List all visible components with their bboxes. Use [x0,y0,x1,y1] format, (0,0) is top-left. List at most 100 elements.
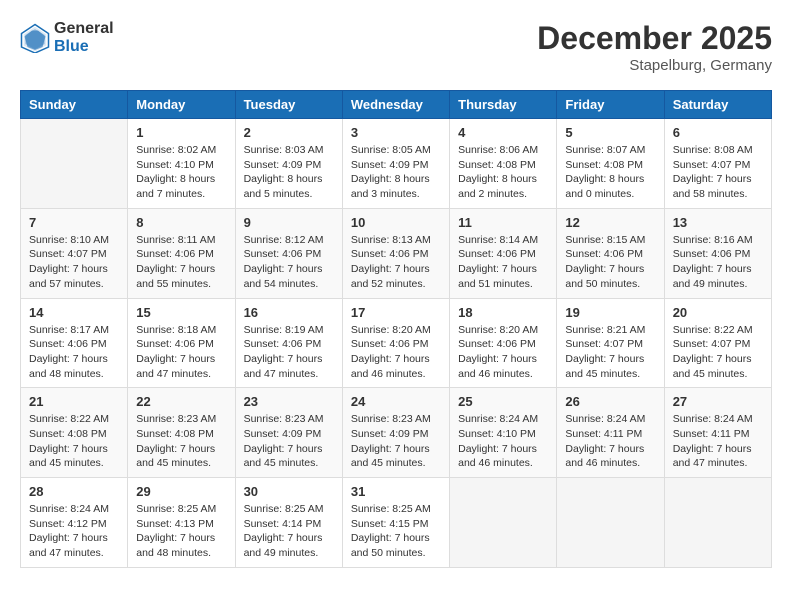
calendar-header-row: Sunday Monday Tuesday Wednesday Thursday… [21,91,772,119]
col-wednesday: Wednesday [342,91,449,119]
day-number: 8 [136,215,226,230]
day-number: 24 [351,394,441,409]
day-info: Sunrise: 8:22 AMSunset: 4:07 PMDaylight:… [673,323,763,382]
col-monday: Monday [128,91,235,119]
calendar-cell: 10 Sunrise: 8:13 AMSunset: 4:06 PMDayligh… [342,208,449,298]
day-number: 26 [565,394,655,409]
day-info: Sunrise: 8:19 AMSunset: 4:06 PMDaylight:… [244,323,334,382]
day-number: 4 [458,125,548,140]
day-number: 10 [351,215,441,230]
day-number: 27 [673,394,763,409]
day-number: 18 [458,305,548,320]
day-number: 21 [29,394,119,409]
calendar-table: Sunday Monday Tuesday Wednesday Thursday… [20,90,772,568]
day-info: Sunrise: 8:16 AMSunset: 4:06 PMDaylight:… [673,233,763,292]
day-info: Sunrise: 8:24 AMSunset: 4:12 PMDaylight:… [29,502,119,561]
day-number: 20 [673,305,763,320]
calendar-cell: 19 Sunrise: 8:21 AMSunset: 4:07 PMDayligh… [557,298,664,388]
logo-text: General Blue [54,20,114,55]
calendar-cell: 4 Sunrise: 8:06 AMSunset: 4:08 PMDaylight… [450,119,557,209]
calendar-cell: 31Sunrise: 8:25 AMSunset: 4:15 PMDayligh… [342,478,449,568]
calendar-cell: 2Sunrise: 8:03 AMSunset: 4:09 PMDaylight… [235,119,342,209]
day-number: 7 [29,215,119,230]
calendar-cell: 27 Sunrise: 8:24 AMSunset: 4:11 PMDayligh… [664,388,771,478]
calendar-week-4: 21 Sunrise: 8:22 AMSunset: 4:08 PMDayligh… [21,388,772,478]
day-info: Sunrise: 8:11 AMSunset: 4:06 PMDaylight:… [136,233,226,292]
day-info: Sunrise: 8:23 AMSunset: 4:09 PMDaylight:… [244,412,334,471]
day-info: Sunrise: 8:02 AMSunset: 4:10 PMDaylight:… [136,143,226,202]
month-title: December 2025 [537,20,772,57]
calendar-cell: 21 Sunrise: 8:22 AMSunset: 4:08 PMDayligh… [21,388,128,478]
calendar-cell: 30 Sunrise: 8:25 AMSunset: 4:14 PMDayligh… [235,478,342,568]
calendar-cell: 7 Sunrise: 8:10 AMSunset: 4:07 PMDaylight… [21,208,128,298]
calendar-week-5: 28 Sunrise: 8:24 AMSunset: 4:12 PMDayligh… [21,478,772,568]
calendar-cell: 18Sunrise: 8:20 AMSunset: 4:06 PMDayligh… [450,298,557,388]
calendar-cell: 24 Sunrise: 8:23 AMSunset: 4:09 PMDayligh… [342,388,449,478]
day-number: 30 [244,484,334,499]
day-number: 25 [458,394,548,409]
day-info: Sunrise: 8:23 AMSunset: 4:09 PMDaylight:… [351,412,441,471]
day-info: Sunrise: 8:24 AMSunset: 4:11 PMDaylight:… [673,412,763,471]
day-info: Sunrise: 8:24 AMSunset: 4:10 PMDaylight:… [458,412,548,471]
calendar-cell: 13 Sunrise: 8:16 AMSunset: 4:06 PMDayligh… [664,208,771,298]
day-number: 13 [673,215,763,230]
day-info: Sunrise: 8:25 AMSunset: 4:13 PMDaylight:… [136,502,226,561]
day-info: Sunrise: 8:07 AMSunset: 4:08 PMDaylight:… [565,143,655,202]
col-friday: Friday [557,91,664,119]
day-number: 22 [136,394,226,409]
calendar-cell: 17 Sunrise: 8:20 AMSunset: 4:06 PMDayligh… [342,298,449,388]
day-info: Sunrise: 8:23 AMSunset: 4:08 PMDaylight:… [136,412,226,471]
day-info: Sunrise: 8:25 AMSunset: 4:14 PMDaylight:… [244,502,334,561]
day-number: 12 [565,215,655,230]
calendar-cell: 6Sunrise: 8:08 AMSunset: 4:07 PMDaylight… [664,119,771,209]
day-info: Sunrise: 8:21 AMSunset: 4:07 PMDaylight:… [565,323,655,382]
calendar-cell [21,119,128,209]
calendar-cell [450,478,557,568]
calendar-cell: 12Sunrise: 8:15 AMSunset: 4:06 PMDayligh… [557,208,664,298]
calendar-cell: 15 Sunrise: 8:18 AMSunset: 4:06 PMDayligh… [128,298,235,388]
calendar-cell [557,478,664,568]
day-number: 23 [244,394,334,409]
day-number: 15 [136,305,226,320]
col-thursday: Thursday [450,91,557,119]
day-info: Sunrise: 8:20 AMSunset: 4:06 PMDaylight:… [351,323,441,382]
title-block: December 2025 Stapelburg, Germany [537,20,772,74]
calendar-cell: 9 Sunrise: 8:12 AMSunset: 4:06 PMDaylight… [235,208,342,298]
day-number: 9 [244,215,334,230]
day-info: Sunrise: 8:22 AMSunset: 4:08 PMDaylight:… [29,412,119,471]
day-number: 19 [565,305,655,320]
calendar-cell: 14 Sunrise: 8:17 AMSunset: 4:06 PMDayligh… [21,298,128,388]
day-info: Sunrise: 8:06 AMSunset: 4:08 PMDaylight:… [458,143,548,202]
day-number: 11 [458,215,548,230]
col-tuesday: Tuesday [235,91,342,119]
calendar-cell: 23 Sunrise: 8:23 AMSunset: 4:09 PMDayligh… [235,388,342,478]
calendar-cell [664,478,771,568]
calendar-cell: 20 Sunrise: 8:22 AMSunset: 4:07 PMDayligh… [664,298,771,388]
calendar-cell: 29Sunrise: 8:25 AMSunset: 4:13 PMDayligh… [128,478,235,568]
day-number: 5 [565,125,655,140]
logo-icon [20,23,50,53]
calendar-week-3: 14 Sunrise: 8:17 AMSunset: 4:06 PMDayligh… [21,298,772,388]
day-info: Sunrise: 8:18 AMSunset: 4:06 PMDaylight:… [136,323,226,382]
day-info: Sunrise: 8:12 AMSunset: 4:06 PMDaylight:… [244,233,334,292]
location-text: Stapelburg, Germany [537,57,772,74]
logo-blue-text: Blue [54,38,114,56]
day-info: Sunrise: 8:24 AMSunset: 4:11 PMDaylight:… [565,412,655,471]
day-number: 14 [29,305,119,320]
calendar-week-2: 7 Sunrise: 8:10 AMSunset: 4:07 PMDaylight… [21,208,772,298]
day-info: Sunrise: 8:13 AMSunset: 4:06 PMDaylight:… [351,233,441,292]
day-number: 2 [244,125,334,140]
calendar-cell: 22 Sunrise: 8:23 AMSunset: 4:08 PMDayligh… [128,388,235,478]
day-number: 16 [244,305,334,320]
calendar-cell: 8 Sunrise: 8:11 AMSunset: 4:06 PMDaylight… [128,208,235,298]
day-info: Sunrise: 8:17 AMSunset: 4:06 PMDaylight:… [29,323,119,382]
col-sunday: Sunday [21,91,128,119]
calendar-cell: 1 Sunrise: 8:02 AMSunset: 4:10 PMDaylight… [128,119,235,209]
day-info: Sunrise: 8:08 AMSunset: 4:07 PMDaylight:… [673,143,763,202]
day-number: 28 [29,484,119,499]
day-number: 1 [136,125,226,140]
calendar-week-1: 1 Sunrise: 8:02 AMSunset: 4:10 PMDaylight… [21,119,772,209]
day-info: Sunrise: 8:10 AMSunset: 4:07 PMDaylight:… [29,233,119,292]
day-number: 17 [351,305,441,320]
day-number: 3 [351,125,441,140]
